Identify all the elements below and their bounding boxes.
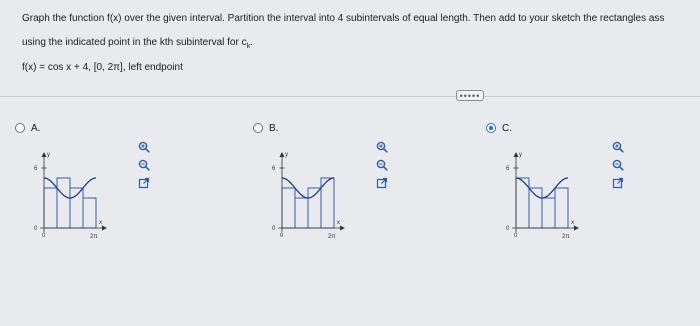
graph-option-a: y 6 00 x 2π [34, 152, 107, 240]
zoom-in-icon[interactable] [611, 140, 624, 153]
approx-rectangle [294, 197, 309, 229]
x-end-label: 2π [562, 234, 569, 240]
x-origin-label: 0 [280, 233, 284, 239]
zoom-out-icon[interactable] [611, 158, 624, 171]
y-axis-label: y [285, 152, 288, 158]
approx-rectangle [281, 187, 296, 229]
graph-option-c: y 6 00 x 2π [506, 152, 579, 240]
x-axis-arrow [102, 225, 107, 231]
y-axis-arrow [279, 152, 285, 157]
y-tick-label: 6 [272, 166, 276, 172]
x-end-label: 2π [328, 234, 335, 240]
option-label-a: A. [31, 123, 41, 134]
x-axis-label: x [337, 220, 340, 226]
zoom-in-icon[interactable] [137, 140, 150, 153]
external-link-icon[interactable] [611, 176, 624, 189]
y-axis-label: y [47, 152, 50, 158]
approx-rectangle [528, 187, 543, 229]
x-axis-arrow [574, 225, 579, 231]
option-label-c: C. [502, 123, 512, 134]
section-divider [0, 96, 700, 97]
answer-option-b[interactable]: B. y 6 0 0 x 2π [250, 120, 430, 270]
y-zero-label: 0 [506, 226, 510, 232]
zoom-in-icon[interactable] [375, 140, 388, 153]
approx-rectangle [56, 177, 71, 229]
zoom-out-icon[interactable] [375, 158, 388, 171]
radio-option-c[interactable] [486, 123, 496, 133]
external-link-icon[interactable] [137, 176, 150, 189]
approx-rectangle [43, 187, 58, 229]
approx-rectangle [82, 197, 97, 229]
approx-rectangle [554, 187, 569, 229]
y-tick-label: 6 [34, 166, 38, 172]
zoom-out-icon[interactable] [137, 158, 150, 171]
x-axis-arrow [340, 225, 345, 231]
external-link-icon[interactable] [375, 176, 388, 189]
question-line-1: Graph the function f(x) over the given i… [22, 13, 665, 24]
x-axis-label: x [571, 220, 574, 226]
y-zero-label: 0 [34, 226, 38, 232]
y-tick-label: 6 [506, 166, 510, 172]
x-origin-label: 0 [514, 233, 518, 239]
radio-option-a[interactable] [15, 123, 25, 133]
y-axis-arrow [513, 152, 519, 157]
expand-more-button[interactable]: ••••• [456, 90, 484, 101]
graph-option-b: y 6 00 x 2π [272, 152, 345, 240]
option-label-b: B. [269, 123, 279, 134]
approx-rectangle [69, 187, 84, 229]
function-equation: f(x) = cos x + 4, [0, 2π], left endpoint [22, 62, 183, 73]
y-zero-label: 0 [272, 226, 276, 232]
question-line-2: using the indicated point in the kth sub… [22, 37, 253, 51]
x-axis-label: x [99, 220, 102, 226]
radio-option-b[interactable] [253, 123, 263, 133]
approx-rectangle [541, 197, 556, 229]
y-axis-arrow [41, 152, 47, 157]
question-line-2-text: using the indicated point in the kth sub… [22, 37, 247, 48]
function-definition: f(x) = cos x + 4, [0, 2π], left endpoint [22, 63, 183, 73]
question-line-2-end: . [250, 37, 253, 48]
answer-option-a[interactable]: A. y 6 0 0 x 2π [12, 120, 192, 270]
x-end-label: 2π [90, 234, 97, 240]
approx-rectangle [307, 187, 322, 229]
y-axis-label: y [519, 152, 522, 158]
answer-option-c[interactable]: C. y 6 0 0 x 2π [486, 120, 666, 270]
x-origin-label: 0 [42, 233, 46, 239]
